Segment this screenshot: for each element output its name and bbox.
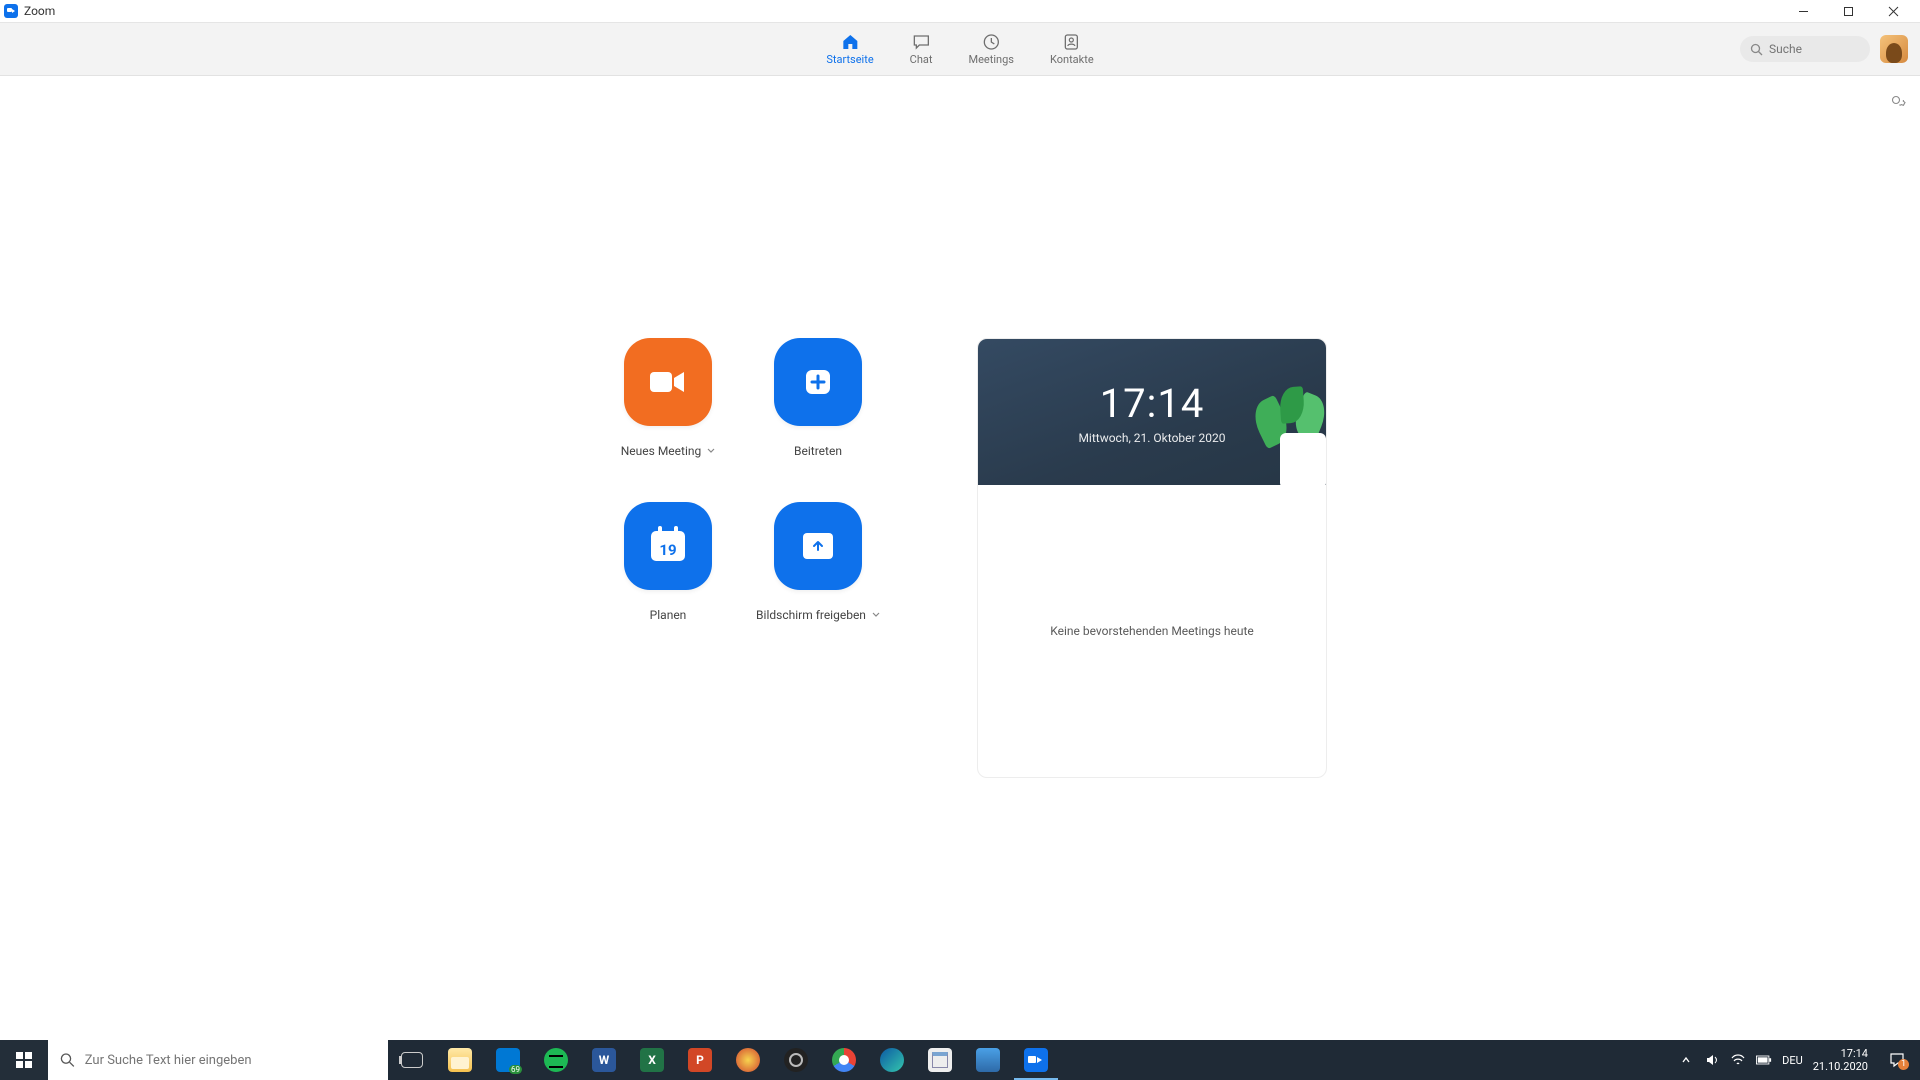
zoom-app-icon <box>4 4 18 18</box>
home-content: Neues Meeting Beitreten <box>0 76 1920 1040</box>
taskbar-search-input[interactable] <box>85 1053 376 1068</box>
volume-icon[interactable] <box>1704 1052 1720 1068</box>
top-nav: Startseite Chat Meetings Kontakte <box>0 22 1920 76</box>
taskbar-search[interactable] <box>48 1040 388 1080</box>
contacts-icon <box>1062 33 1082 51</box>
search-icon <box>1750 43 1763 56</box>
excel-icon <box>640 1048 664 1072</box>
mail-icon <box>496 1048 520 1072</box>
new-meeting-label[interactable]: Neues Meeting <box>621 444 715 458</box>
taskbar-app-mail[interactable] <box>484 1040 532 1080</box>
spotify-icon <box>544 1048 568 1072</box>
search-icon <box>60 1052 75 1068</box>
no-meetings-text: Keine bevorstehenden Meetings heute <box>1050 624 1254 638</box>
edge-icon <box>880 1048 904 1072</box>
search-box[interactable] <box>1740 36 1870 62</box>
tab-label: Chat <box>910 53 933 66</box>
share-screen-label[interactable]: Bildschirm freigeben <box>756 608 880 622</box>
start-button[interactable] <box>0 1040 48 1080</box>
window-title: Zoom <box>24 4 55 18</box>
calendar-icon: 19 <box>651 531 685 561</box>
taskbar-app-powerpoint[interactable] <box>676 1040 724 1080</box>
chevron-down-icon <box>707 447 715 455</box>
tab-contacts[interactable]: Kontakte <box>1044 29 1100 70</box>
share-icon <box>803 533 833 559</box>
tray-language[interactable]: DEU <box>1782 1054 1803 1067</box>
taskbar-app-file-explorer[interactable] <box>436 1040 484 1080</box>
new-meeting-button[interactable] <box>624 338 712 426</box>
title-bar: Zoom <box>0 0 1920 22</box>
plant-decoration <box>1244 387 1326 485</box>
tray-clock[interactable]: 17:14 21.10.2020 <box>1813 1047 1872 1073</box>
taskbar-app-chrome[interactable] <box>820 1040 868 1080</box>
clock-panel: 17:14 Mittwoch, 21. Oktober 2020 <box>978 339 1326 485</box>
maximize-button[interactable] <box>1826 0 1871 22</box>
taskbar-apps <box>388 1040 1060 1080</box>
window-controls <box>1781 0 1916 22</box>
powerpoint-icon <box>688 1048 712 1072</box>
zoom-icon <box>1024 1048 1048 1072</box>
photos-icon <box>976 1048 1000 1072</box>
taskbar-app-obs[interactable] <box>772 1040 820 1080</box>
home-icon <box>840 33 860 51</box>
join-button[interactable] <box>774 338 862 426</box>
schedule-button[interactable]: 19 <box>624 502 712 590</box>
taskbar-app-app-misc[interactable] <box>724 1040 772 1080</box>
word-icon <box>592 1048 616 1072</box>
taskbar-app-notepad[interactable] <box>916 1040 964 1080</box>
wifi-icon[interactable] <box>1730 1052 1746 1068</box>
tab-chat[interactable]: Chat <box>904 29 939 70</box>
schedule-label: Planen <box>650 608 687 622</box>
tray-chevron-icon[interactable] <box>1678 1052 1694 1068</box>
taskbar-app-spotify[interactable] <box>532 1040 580 1080</box>
tab-label: Meetings <box>968 53 1013 66</box>
tab-label: Kontakte <box>1050 53 1094 66</box>
tab-home[interactable]: Startseite <box>820 29 879 70</box>
task-view-icon <box>401 1052 423 1068</box>
taskbar: DEU 17:14 21.10.2020 1 <box>0 1040 1920 1080</box>
chat-icon <box>911 33 931 51</box>
system-tray[interactable]: DEU 17:14 21.10.2020 1 <box>1670 1040 1920 1080</box>
taskbar-app-task-view[interactable] <box>388 1040 436 1080</box>
settings-button[interactable] <box>1886 90 1906 110</box>
video-icon <box>648 368 688 396</box>
notification-badge: 1 <box>1898 1059 1909 1070</box>
clock-time: 17:14 <box>1100 380 1205 427</box>
search-input[interactable] <box>1769 42 1859 56</box>
plus-icon <box>803 367 833 397</box>
calendar-card: 17:14 Mittwoch, 21. Oktober 2020 Keine b… <box>977 338 1327 778</box>
clock-icon <box>981 33 1001 51</box>
chevron-down-icon <box>872 611 880 619</box>
chrome-icon <box>832 1048 856 1072</box>
app-misc-icon <box>736 1048 760 1072</box>
taskbar-app-zoom[interactable] <box>1012 1040 1060 1080</box>
close-button[interactable] <box>1871 0 1916 22</box>
taskbar-app-word[interactable] <box>580 1040 628 1080</box>
user-avatar[interactable] <box>1880 35 1908 63</box>
minimize-button[interactable] <box>1781 0 1826 22</box>
action-center-button[interactable]: 1 <box>1882 1052 1912 1068</box>
tab-label: Startseite <box>826 53 873 66</box>
battery-icon[interactable] <box>1756 1052 1772 1068</box>
join-label: Beitreten <box>794 444 842 458</box>
tab-meetings[interactable]: Meetings <box>962 29 1019 70</box>
taskbar-app-excel[interactable] <box>628 1040 676 1080</box>
action-grid: Neues Meeting Beitreten <box>593 338 893 622</box>
taskbar-app-photos[interactable] <box>964 1040 1012 1080</box>
notepad-icon <box>928 1048 952 1072</box>
clock-date: Mittwoch, 21. Oktober 2020 <box>1078 431 1225 445</box>
file-explorer-icon <box>448 1048 472 1072</box>
obs-icon <box>784 1048 808 1072</box>
taskbar-app-edge[interactable] <box>868 1040 916 1080</box>
share-screen-button[interactable] <box>774 502 862 590</box>
nav-tabs: Startseite Chat Meetings Kontakte <box>820 29 1099 70</box>
windows-icon <box>16 1052 32 1068</box>
gear-icon <box>1886 90 1906 110</box>
